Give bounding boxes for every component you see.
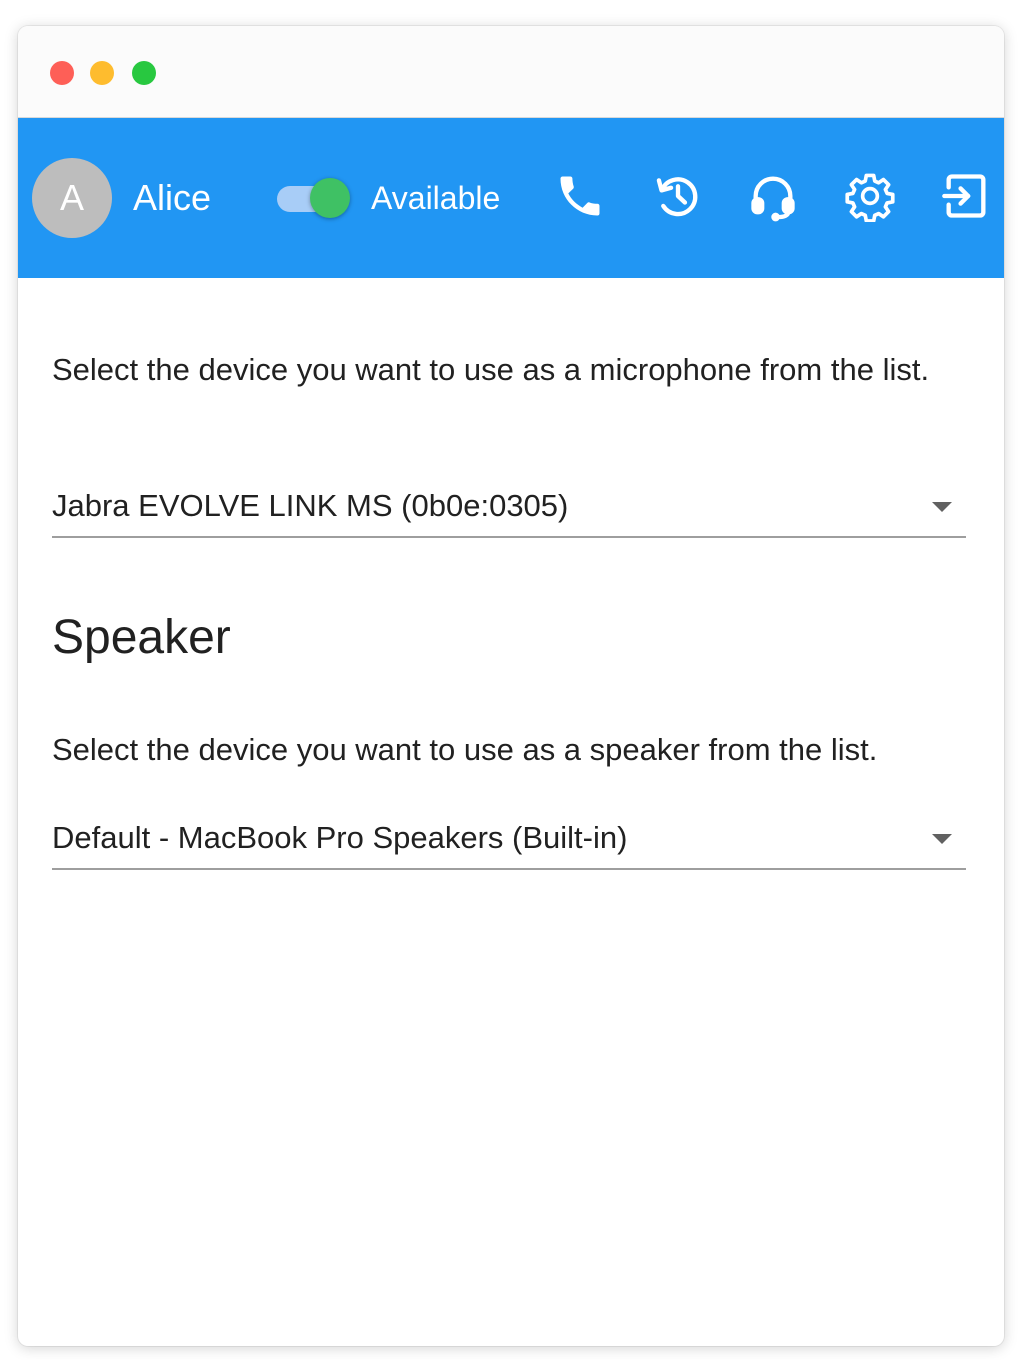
chevron-down-icon (932, 834, 952, 844)
speaker-selected-value: Default - MacBook Pro Speakers (Built-in… (52, 820, 628, 855)
settings-button[interactable] (840, 168, 900, 228)
logout-button[interactable] (936, 168, 996, 228)
speaker-heading: Speaker (52, 611, 231, 664)
availability-toggle-thumb (310, 178, 350, 218)
history-button[interactable] (648, 168, 708, 228)
availability-toggle[interactable] (277, 178, 350, 218)
app-header: A Alice Available (18, 118, 1004, 278)
minimize-window-button[interactable] (90, 61, 114, 85)
history-icon (652, 170, 704, 227)
maximize-window-button[interactable] (132, 61, 156, 85)
avatar: A (32, 158, 112, 238)
chevron-down-icon (932, 502, 952, 512)
status-label: Available (371, 180, 501, 216)
gear-icon (844, 170, 896, 227)
speaker-select[interactable]: Default - MacBook Pro Speakers (Built-in… (52, 814, 966, 870)
app-window: A Alice Available Select the device you … (18, 26, 1004, 1346)
microphone-description: Select the device you want to use as a m… (52, 352, 930, 387)
headset-button[interactable] (743, 168, 803, 228)
microphone-selected-value: Jabra EVOLVE LINK MS (0b0e:0305) (52, 488, 569, 523)
headset-icon (747, 170, 799, 227)
logout-icon (940, 170, 992, 227)
close-window-button[interactable] (50, 61, 74, 85)
phone-icon (554, 170, 606, 227)
speaker-description: Select the device you want to use as a s… (52, 732, 878, 767)
user-name: Alice (133, 177, 212, 218)
microphone-select[interactable]: Jabra EVOLVE LINK MS (0b0e:0305) (52, 482, 966, 538)
phone-button[interactable] (550, 168, 610, 228)
window-titlebar (18, 26, 1004, 118)
